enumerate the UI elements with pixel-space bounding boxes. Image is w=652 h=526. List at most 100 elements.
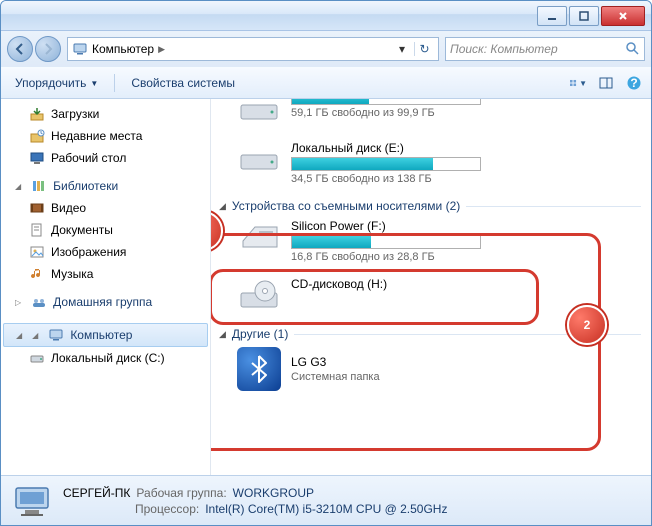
recent-icon [29,128,45,144]
organize-label: Упорядочить [15,76,86,90]
drive-item-f[interactable]: Silicon Power (F:) 16,8 ГБ свободно из 2… [237,219,641,263]
removable-drive-icon [237,219,281,255]
drive-free-text: 34,5 ГБ свободно из 138 ГБ [291,173,641,185]
toolbar: Упорядочить ▼ Свойства системы ▼ ? [1,67,651,99]
sidebar-item-images[interactable]: Изображения [1,241,210,263]
libraries-icon [31,178,47,194]
annotation-box [211,233,601,451]
sidebar-item-downloads[interactable]: Загрузки [1,103,210,125]
sidebar-item-label: Музыка [51,267,93,281]
chevron-down-icon: ▼ [90,79,98,88]
address-bar[interactable]: Компьютер ▶ ▾ ↻ [67,37,439,61]
drive-free-text: 59,1 ГБ свободно из 99,9 ГБ [291,107,641,119]
sidebar-item-recent[interactable]: Недавние места [1,125,210,147]
status-cpu: Intel(R) Core(TM) i5-3210M CPU @ 2.50GHz [205,502,447,516]
group-header-other[interactable]: ◢ Другие (1) [219,327,641,341]
sidebar-item-label: Компьютер [70,328,132,342]
drive-free-text: 16,8 ГБ свободно из 28,8 ГБ [291,251,641,263]
close-button[interactable] [601,6,645,26]
sidebar-item-label: Библиотеки [53,179,118,193]
content-pane: 59,1 ГБ свободно из 99,9 ГБ Локальный ди… [211,99,651,475]
computer-large-icon [11,480,53,522]
drive-item-e[interactable]: Локальный диск (E:) 34,5 ГБ свободно из … [237,141,641,185]
bluetooth-icon [237,347,281,391]
system-properties-label: Свойства системы [131,76,235,90]
back-button[interactable] [7,36,33,62]
group-header-label: Устройства со съемными носителями (2) [232,199,460,213]
sidebar-item-label: Домашняя группа [53,295,152,309]
downloads-icon [29,106,45,122]
address-bar-row: Компьютер ▶ ▾ ↻ Поиск: Компьютер [1,31,651,67]
capacity-bar [291,99,481,105]
expand-icon: ◢ [219,329,226,340]
computer-icon [48,327,64,343]
drive-item-top[interactable]: 59,1 ГБ свободно из 99,9 ГБ [237,99,641,127]
window-body: Загрузки Недавние места Рабочий стол Биб… [1,99,651,475]
sidebar-item-video[interactable]: Видео [1,197,210,219]
forward-button[interactable] [35,36,61,62]
maximize-button[interactable] [569,6,599,26]
sidebar-group-computer[interactable]: ◢ Компьютер [3,323,208,347]
sidebar-item-label: Недавние места [51,129,142,143]
sidebar-item-documents[interactable]: Документы [1,219,210,241]
group-header-removable[interactable]: ◢ Устройства со съемными носителями (2) [219,199,641,213]
group-divider [294,334,641,335]
capacity-bar [291,157,481,171]
system-properties-button[interactable]: Свойства системы [125,74,241,92]
sidebar-item-desktop[interactable]: Рабочий стол [1,147,210,169]
toolbar-separator [114,74,115,92]
drive-name: CD-дисковод (H:) [291,277,641,291]
breadcrumb-location[interactable]: Компьютер [92,42,154,56]
minimize-button[interactable] [537,6,567,26]
desktop-icon [29,150,45,166]
preview-pane-button[interactable] [597,74,615,92]
navigation-pane: Загрузки Недавние места Рабочий стол Биб… [1,99,211,475]
sidebar-item-label: Локальный диск (C:) [51,351,165,365]
explorer-window: Компьютер ▶ ▾ ↻ Поиск: Компьютер Упорядо… [0,0,652,526]
svg-text:?: ? [630,76,637,90]
details-pane: СЕРГЕЙ-ПК Рабочая группа: WORKGROUP Проц… [1,475,651,525]
status-workgroup: WORKGROUP [233,486,314,500]
capacity-bar [291,235,481,249]
help-button[interactable]: ? [625,74,643,92]
drive-name: Локальный диск (E:) [291,141,641,155]
chevron-right-icon[interactable]: ▶ [158,44,165,55]
drive-item-h[interactable]: CD-дисковод (H:) [237,277,641,313]
search-placeholder: Поиск: Компьютер [450,42,624,56]
view-mode-button[interactable]: ▼ [569,74,587,92]
drive-icon [237,99,281,127]
drive-icon [237,141,281,177]
images-icon [29,244,45,260]
search-icon [624,40,640,59]
titlebar [1,1,651,31]
group-divider [466,206,641,207]
sidebar-item-music[interactable]: Музыка [1,263,210,285]
status-pc-name: СЕРГЕЙ-ПК [63,486,130,500]
refresh-button[interactable]: ↻ [414,42,434,56]
sidebar-item-local-c[interactable]: Локальный диск (C:) [1,347,210,369]
sidebar-item-label: Рабочий стол [51,151,126,165]
sidebar-item-label: Видео [51,201,86,215]
computer-icon [72,41,88,57]
address-dropdown-button[interactable]: ▾ [394,42,410,56]
organize-button[interactable]: Упорядочить ▼ [9,74,104,92]
documents-icon [29,222,45,238]
annotation-badge-1: 1 [211,211,223,251]
expand-icon: ◢ [219,201,226,212]
music-icon [29,266,45,282]
drive-icon [29,350,45,366]
homegroup-icon [31,294,47,310]
video-icon [29,200,45,216]
search-box[interactable]: Поиск: Компьютер [445,37,645,61]
drive-name: Silicon Power (F:) [291,219,641,233]
sidebar-group-homegroup[interactable]: Домашняя группа [1,291,210,313]
sidebar-item-label: Загрузки [51,107,99,121]
sidebar-item-label: Документы [51,223,113,237]
device-item-bt[interactable]: LG G3 Системная папка [237,347,641,391]
status-workgroup-label: Рабочая группа: [136,486,226,500]
sidebar-item-label: Изображения [51,245,126,259]
cd-drive-icon [237,277,281,313]
sidebar-group-libraries[interactable]: Библиотеки [1,175,210,197]
device-subtitle: Системная папка [291,371,380,383]
group-header-label: Другие (1) [232,327,288,341]
